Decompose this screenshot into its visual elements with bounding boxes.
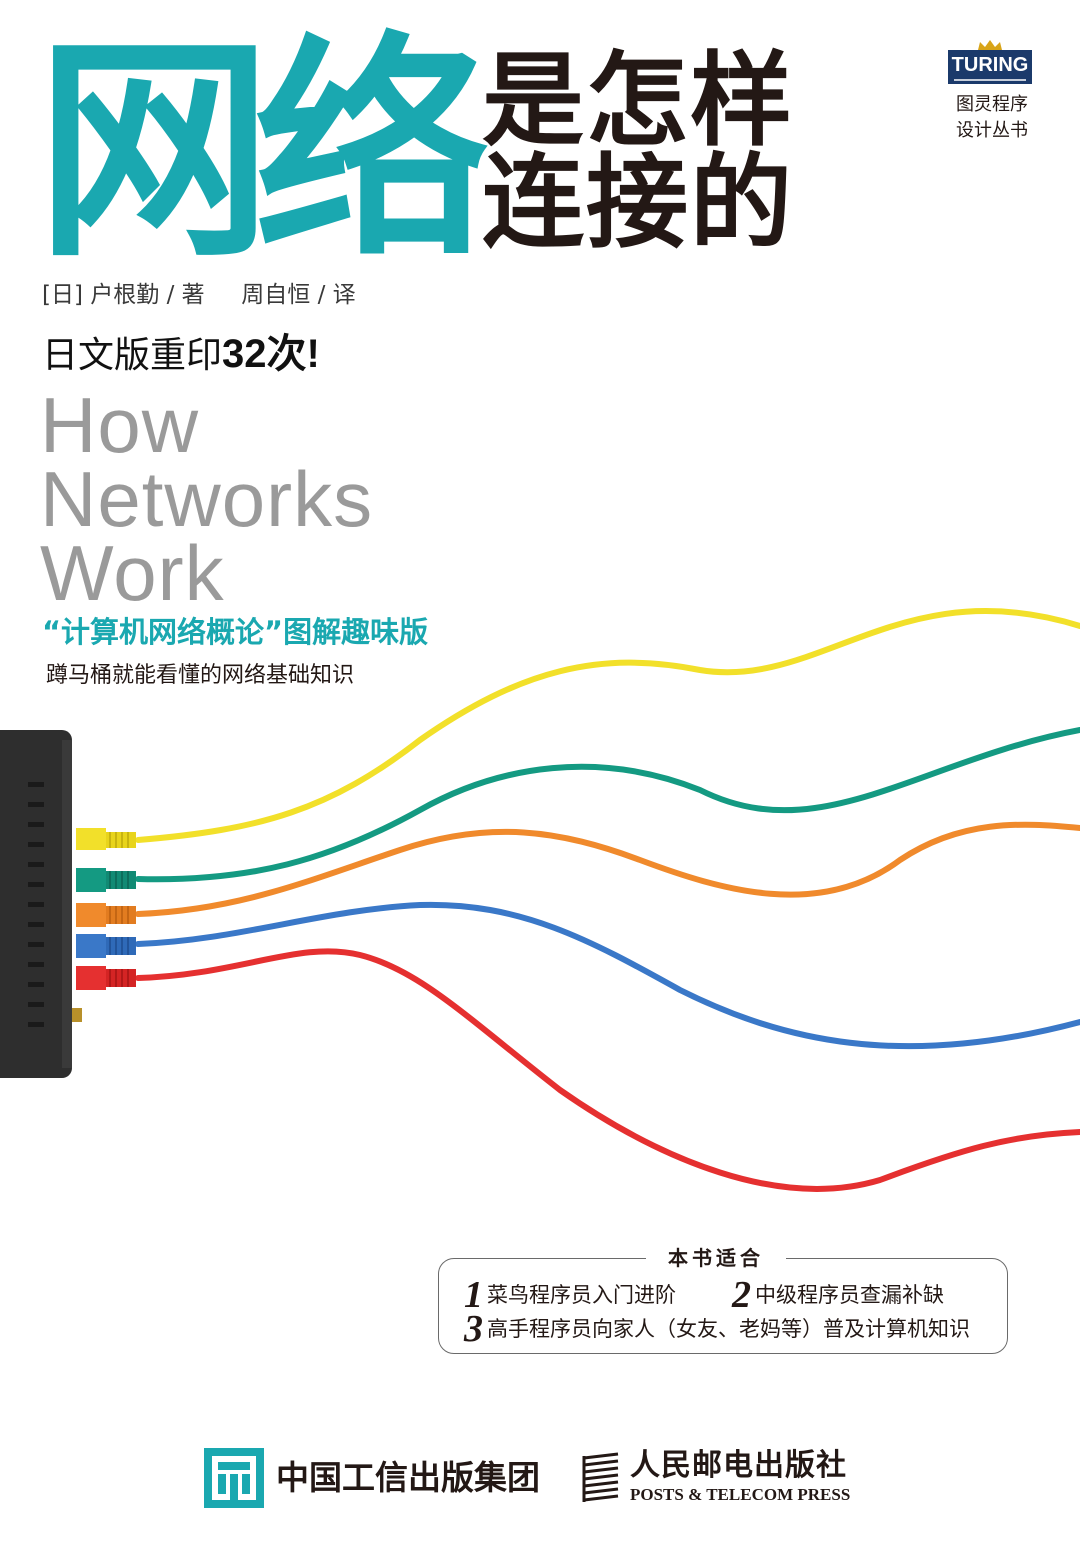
audience-item-1-text: 菜鸟程序员入门进阶 — [487, 1283, 676, 1307]
blue-cable — [135, 901, 1080, 1050]
publisher-logo-icon — [582, 1452, 619, 1502]
yellow-connector — [76, 828, 136, 850]
series-line-2: 设计丛书 — [956, 120, 1028, 141]
crown-icon — [978, 40, 1002, 50]
author-role: / 著 — [166, 282, 205, 308]
reprint-count: 32次! — [222, 332, 320, 376]
author-credits: [日] 户根勤 / 著 周自恒 / 译 — [42, 280, 356, 310]
audience-heading: 本书适合 — [646, 1245, 786, 1271]
series-name: 图灵程序 设计丛书 — [944, 92, 1040, 144]
series-line-1: 图灵程序 — [956, 94, 1028, 115]
title-big-characters: 网络 — [36, 14, 490, 289]
orange-connector — [76, 903, 136, 927]
reprint-prefix: 日文版重印 — [42, 335, 223, 376]
publisher-name-en: POSTS & TELECOM PRESS — [630, 1485, 851, 1504]
audience-item-2-text: 中级程序员查漏补缺 — [755, 1283, 944, 1307]
router-icon — [0, 730, 82, 1078]
yellow-cable — [135, 608, 1080, 843]
audience-item-2-number: 2 — [732, 1274, 751, 1316]
publisher-group-logo-icon — [204, 1448, 264, 1508]
red-connector — [76, 966, 136, 990]
blue-connector — [76, 934, 136, 958]
title-line-1: 是怎样 — [482, 42, 794, 161]
book-cover: 网络 是怎样 连接的 TURING 图灵程序 设计丛书 [日] 户根勤 / 著 … — [0, 0, 1080, 1563]
red-cable — [135, 948, 1080, 1192]
title-line-2: 连接的 — [482, 144, 794, 263]
turing-logo-text: TURING — [951, 54, 1029, 76]
publisher-name-cn: 人民邮电出版社 — [630, 1448, 847, 1483]
translator-role: / 译 — [317, 282, 356, 308]
audience-item-3-text: 高手程序员向家人（女友、老妈等）普及计算机知识 — [487, 1317, 970, 1341]
publisher-group-name: 中国工信出版集团 — [276, 1458, 540, 1497]
turing-logo: TURING — [948, 40, 1032, 84]
audience-item-2: 2 中级程序员查漏补缺 — [732, 1276, 944, 1314]
green-cable — [135, 727, 1080, 883]
author-country: [日] — [42, 282, 83, 308]
english-title-line-2: Networks — [40, 455, 374, 543]
reprint-note: 日文版重印32次! — [42, 330, 320, 380]
network-cables-illustration — [0, 608, 1080, 1192]
audience-item-3-number: 3 — [464, 1308, 483, 1350]
author-name: 户根勤 — [90, 282, 160, 308]
green-connector — [76, 868, 136, 892]
audience-item-1: 1 菜鸟程序员入门进阶 — [464, 1276, 676, 1314]
turing-logo-underline — [954, 79, 1026, 81]
audience-item-3: 3 高手程序员向家人（女友、老妈等）普及计算机知识 — [464, 1310, 970, 1348]
english-title-line-1: How — [40, 381, 200, 469]
translator-name: 周自恒 — [241, 282, 311, 308]
